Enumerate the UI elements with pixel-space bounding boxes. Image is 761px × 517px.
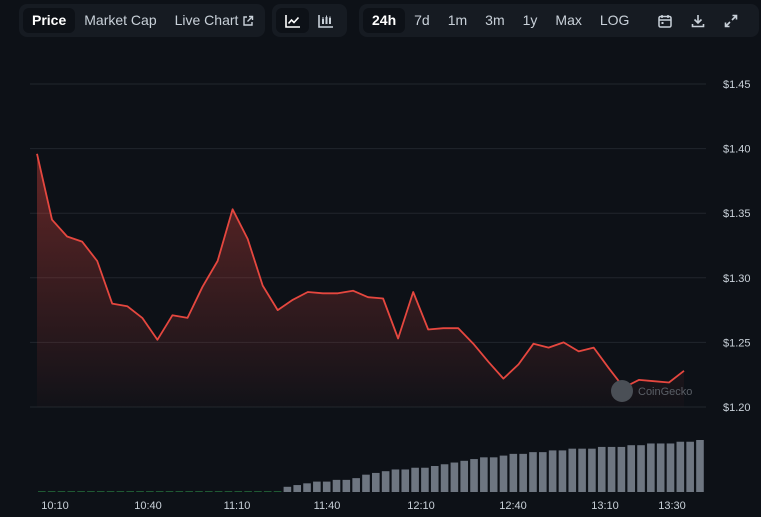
volume-bar xyxy=(401,469,410,492)
x-tick-label: 10:40 xyxy=(134,500,162,512)
volume-bar xyxy=(263,491,272,492)
y-tick-label: $1.40 xyxy=(723,144,751,156)
volume-bar xyxy=(273,491,282,492)
volume-bar xyxy=(313,481,321,492)
x-tick-label: 12:40 xyxy=(499,500,527,512)
volume-bar xyxy=(617,446,626,492)
volume-bar xyxy=(38,491,46,492)
volume-bar xyxy=(470,459,478,492)
volume-bar xyxy=(185,491,193,492)
price-area-fill xyxy=(37,153,684,407)
volume-bar xyxy=(47,491,56,492)
price-chart[interactable]: CoinGecko $1.45 $1.40 $1.35 $1.30 $1.25 $1.20… xyxy=(0,0,761,517)
volume-bar xyxy=(578,448,586,492)
y-tick-label: $1.45 xyxy=(723,79,751,91)
volume-bar xyxy=(362,474,370,492)
volume-bar xyxy=(480,457,488,492)
x-tick-label: 11:10 xyxy=(224,500,251,512)
y-axis-labels: $1.45 $1.40 $1.35 $1.30 $1.25 $1.20 xyxy=(723,79,751,414)
watermark-text: CoinGecko xyxy=(638,386,692,398)
volume-bar xyxy=(627,445,636,492)
volume-bar xyxy=(332,479,341,492)
x-tick-label: 13:30 xyxy=(658,500,686,512)
volume-bar xyxy=(205,491,213,492)
volume-bar xyxy=(372,472,380,492)
y-tick-label: $1.30 xyxy=(723,273,751,285)
y-tick-label: $1.25 xyxy=(723,337,751,349)
volume-bar xyxy=(421,467,429,492)
volume-bar xyxy=(165,491,174,492)
volume-bar xyxy=(342,479,351,492)
volume-bar xyxy=(588,448,596,492)
volume-bar xyxy=(175,491,184,492)
volume-bar xyxy=(214,491,223,492)
volume-bar xyxy=(597,446,606,492)
volume-bar xyxy=(460,460,469,492)
volume-bar xyxy=(96,491,105,492)
volume-bar xyxy=(558,450,567,492)
volume-bar xyxy=(116,491,125,492)
volume-bar xyxy=(352,478,360,492)
volume-bar xyxy=(676,441,685,492)
volume-bar xyxy=(450,462,459,492)
price-area xyxy=(36,153,685,407)
volume-bar xyxy=(499,455,508,492)
volume-bar xyxy=(293,485,302,492)
volume-bar xyxy=(647,443,655,492)
volume-bar xyxy=(391,469,400,492)
volume-bar xyxy=(489,457,498,492)
volume-bar xyxy=(234,491,243,492)
volume-bar xyxy=(519,453,527,492)
volume-bar xyxy=(155,491,164,492)
volume-bar xyxy=(254,491,262,492)
volume-bar xyxy=(686,441,694,492)
volume-bar xyxy=(77,491,85,492)
y-tick-label: $1.35 xyxy=(723,208,751,220)
volume-bar xyxy=(87,491,95,492)
x-axis-labels: 10:10 10:40 11:10 11:40 12:10 12:40 13:10 13:30 xyxy=(41,500,686,512)
volume-bar xyxy=(244,491,252,492)
volume-bar xyxy=(430,466,439,492)
x-tick-label: 13:10 xyxy=(591,500,619,512)
volume-bar xyxy=(568,448,577,492)
volume-bar xyxy=(381,471,390,492)
x-tick-label: 12:10 xyxy=(407,500,435,512)
volume-bar xyxy=(637,445,645,492)
x-tick-label: 11:40 xyxy=(314,500,341,512)
volume-bar xyxy=(303,483,311,492)
volume-bar xyxy=(146,491,154,492)
volume-bar xyxy=(548,450,557,492)
volume-bar xyxy=(57,491,66,492)
volume-bar xyxy=(195,491,203,492)
volume-bar xyxy=(283,486,292,492)
volume-bar xyxy=(411,467,419,492)
volume-bar xyxy=(440,464,449,492)
x-tick-label: 10:10 xyxy=(41,500,69,512)
volume-bar xyxy=(539,452,547,492)
volume-bars xyxy=(38,440,704,492)
volume-bar xyxy=(696,440,704,492)
volume-bar xyxy=(666,443,675,492)
y-tick-label: $1.20 xyxy=(723,402,751,414)
volume-bar xyxy=(607,446,616,492)
volume-bar xyxy=(136,491,144,492)
coingecko-logo-icon xyxy=(611,380,633,402)
volume-bar xyxy=(509,453,518,492)
volume-bar xyxy=(224,491,233,492)
volume-bar xyxy=(126,491,135,492)
volume-bar xyxy=(106,491,115,492)
volume-bar xyxy=(67,491,76,492)
volume-bar xyxy=(322,481,331,492)
volume-bar xyxy=(529,452,537,492)
volume-bar xyxy=(656,443,665,492)
